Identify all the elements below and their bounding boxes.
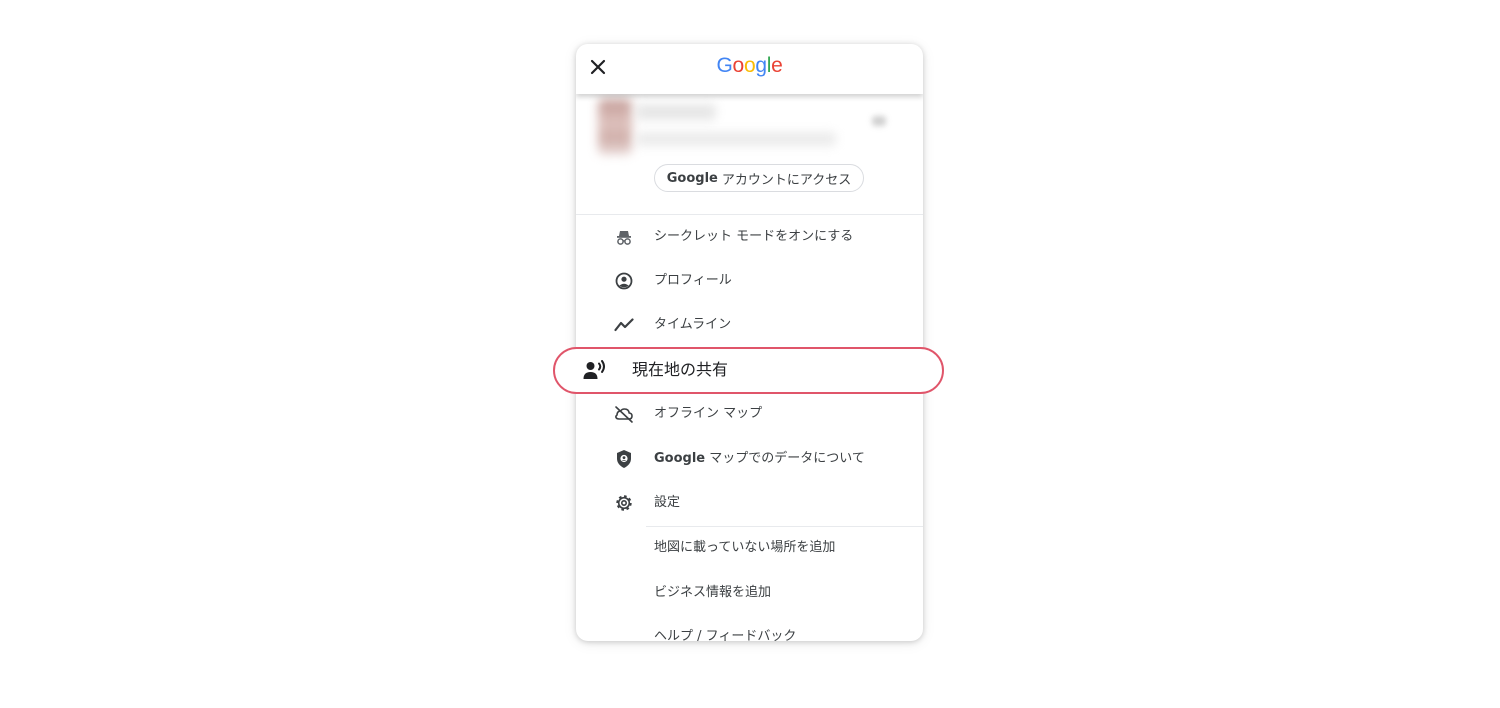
account-button-label: アカウントにアクセス bbox=[721, 172, 852, 188]
location-sharing-icon bbox=[583, 360, 607, 382]
menu-item-label: シークレット モードをオンにする bbox=[654, 229, 854, 244]
menu-item-label-text: マップでのデータについて bbox=[709, 451, 865, 466]
menu-item-label: 地図に載っていない場所を追加 bbox=[654, 540, 836, 555]
timeline-icon bbox=[614, 315, 634, 335]
menu-item-add-missing-place[interactable]: 地図に載っていない場所を追加 bbox=[576, 526, 923, 570]
offline-maps-icon bbox=[614, 404, 634, 424]
logo-letter: e bbox=[771, 54, 783, 77]
menu-item-label: オフライン マップ bbox=[654, 406, 763, 421]
menu-item-offline-maps[interactable]: オフライン マップ bbox=[576, 392, 923, 436]
account-email-redacted bbox=[636, 132, 836, 146]
logo-letter: o bbox=[743, 54, 756, 77]
account-name-redacted bbox=[636, 104, 716, 120]
menu-item-location-sharing[interactable]: 現在地の共有 bbox=[553, 347, 944, 394]
incognito-icon bbox=[614, 227, 634, 247]
profile-icon bbox=[614, 271, 634, 291]
menu-header: Google bbox=[576, 44, 923, 94]
menu-item-help-feedback[interactable]: ヘルプ / フィードバック bbox=[576, 615, 923, 641]
menu-item-incognito[interactable]: シークレット モードをオンにする bbox=[576, 215, 923, 259]
shield-icon bbox=[614, 449, 634, 469]
avatar[interactable] bbox=[598, 99, 632, 155]
menu-item-settings[interactable]: 設定 bbox=[576, 481, 923, 525]
menu-item-label: 設定 bbox=[654, 495, 681, 510]
logo-letter: o bbox=[732, 54, 745, 77]
menu-item-profile[interactable]: プロフィール bbox=[576, 259, 923, 303]
account-switcher-icon[interactable] bbox=[872, 116, 886, 126]
side-menu-panel: Google Google アカウントにアクセス シークレット モードをオンにす… bbox=[576, 44, 923, 641]
menu-item-label: 現在地の共有 bbox=[632, 360, 729, 379]
menu-item-timeline[interactable]: タイムライン bbox=[576, 303, 923, 347]
logo-letter: G bbox=[716, 54, 733, 77]
menu-item-label: プロフィール bbox=[654, 273, 732, 288]
google-logo: Google bbox=[576, 54, 923, 78]
gear-icon bbox=[614, 493, 634, 513]
menu-item-label: Google マップでのデータについて bbox=[654, 449, 865, 469]
account-button-brand: Google bbox=[666, 170, 718, 186]
logo-letter: g bbox=[755, 54, 767, 77]
menu-item-label: ビジネス情報を追加 bbox=[654, 585, 772, 600]
menu-item-label-brand: Google bbox=[654, 451, 706, 466]
menu-item-label: ヘルプ / フィードバック bbox=[654, 629, 797, 641]
menu-item-label: タイムライン bbox=[654, 317, 732, 332]
menu-item-data-in-maps[interactable]: Google マップでのデータについて bbox=[576, 437, 923, 481]
menu-item-add-business[interactable]: ビジネス情報を追加 bbox=[576, 571, 923, 615]
google-account-button[interactable]: Google アカウントにアクセス bbox=[654, 164, 864, 192]
